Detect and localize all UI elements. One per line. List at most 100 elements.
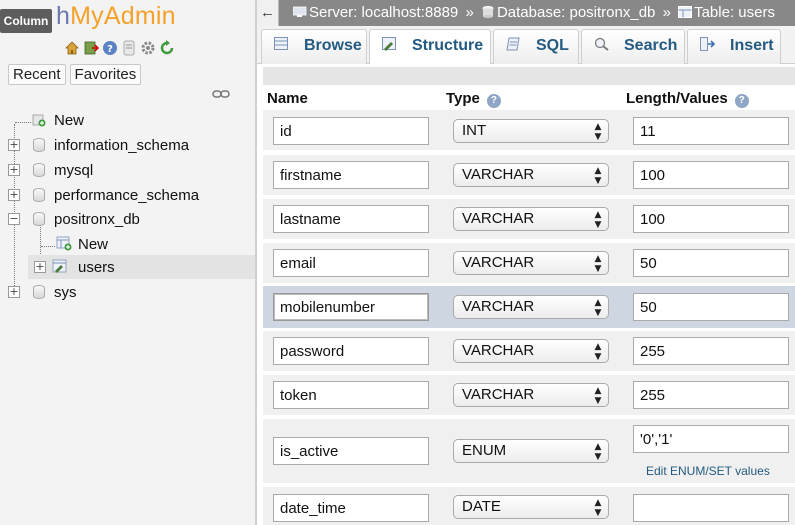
structure-icon (382, 37, 396, 51)
field-type-select[interactable]: INT ▲▼ (453, 119, 609, 143)
field-type-select[interactable]: VARCHAR ▲▼ (453, 207, 609, 231)
form-header-strip (263, 67, 795, 85)
field-length-input[interactable] (633, 161, 789, 189)
edit-enum-set-link[interactable]: Edit ENUM/SET values (646, 464, 770, 478)
tree-label: positronx_db (54, 211, 140, 228)
tab-structure[interactable]: Structure (369, 29, 491, 65)
field-name-input[interactable] (273, 117, 429, 145)
field-name-input[interactable] (273, 249, 429, 277)
table-icon (678, 6, 693, 18)
favorites-button[interactable]: Favorites (69, 64, 142, 85)
breadcrumb-separator: » (465, 4, 474, 21)
tree-item-sys[interactable]: + sys (0, 280, 255, 304)
insert-icon (700, 37, 716, 51)
exit-icon[interactable] (83, 40, 99, 56)
tree-item-new-table[interactable]: New (0, 232, 255, 256)
database-icon (33, 163, 45, 177)
tree-item-users[interactable]: + users (28, 255, 255, 279)
field-length-input[interactable] (633, 425, 789, 453)
expand-icon[interactable]: + (8, 189, 20, 201)
link-icon[interactable] (212, 87, 230, 99)
field-name-input[interactable] (273, 161, 429, 189)
database-icon (33, 138, 45, 152)
breadcrumb-server[interactable]: Server: localhost:8889 (293, 4, 462, 21)
tree-item-performance-schema[interactable]: + performance_schema (0, 183, 255, 207)
quick-icons-bar: ? (64, 40, 175, 56)
select-arrows-icon: ▲▼ (593, 298, 603, 318)
database-icon (33, 188, 45, 202)
reload-icon[interactable] (159, 40, 175, 56)
database-label: Database: positronx_db (496, 4, 656, 21)
field-length-input[interactable] (633, 249, 789, 277)
field-name-input[interactable] (273, 437, 429, 465)
table-label: Table: users (694, 4, 775, 21)
field-type-select[interactable]: VARCHAR ▲▼ (453, 339, 609, 363)
field-name-input[interactable] (273, 337, 429, 365)
tree-label: New (54, 112, 85, 129)
expand-icon[interactable]: + (8, 164, 20, 176)
back-arrow-icon[interactable]: ← (257, 0, 279, 26)
field-type-select[interactable]: DATE ▲▼ (453, 495, 609, 519)
expand-icon[interactable]: + (8, 286, 20, 298)
server-icon (293, 6, 307, 17)
field-type-select[interactable]: VARCHAR ▲▼ (453, 163, 609, 187)
phpmyadmin-logo[interactable]: hMyAdmin (56, 2, 176, 31)
field-name-input[interactable] (273, 293, 429, 321)
tree-label: information_schema (54, 137, 190, 154)
tree-item-mysql[interactable]: + mysql (0, 158, 255, 182)
field-length-input[interactable] (633, 117, 789, 145)
tab-label: Structure (412, 37, 484, 54)
help-icon[interactable]: ? (486, 94, 501, 108)
field-length-input[interactable] (633, 494, 789, 522)
expand-icon[interactable]: + (8, 139, 20, 151)
new-icon (32, 113, 46, 127)
recent-button[interactable]: Recent (8, 64, 66, 85)
tab-label: Search (624, 37, 678, 54)
tab-label: Insert (730, 37, 774, 54)
tree-label: New (78, 236, 109, 253)
field-name-input[interactable] (273, 205, 429, 233)
collapse-icon[interactable]: − (8, 213, 20, 225)
breadcrumb-table[interactable]: Table: users (678, 4, 775, 21)
field-name-input[interactable] (273, 381, 429, 409)
tab-insert[interactable]: Insert (687, 29, 781, 64)
expand-icon[interactable]: + (34, 261, 46, 273)
field-type-select[interactable]: ENUM ▲▼ (453, 439, 609, 463)
search-icon (594, 37, 609, 51)
breadcrumb-database[interactable]: Database: positronx_db (481, 4, 660, 21)
tree-item-positronx-db[interactable]: − positronx_db (0, 207, 255, 231)
database-icon (482, 6, 494, 18)
settings-icon[interactable] (140, 40, 156, 56)
select-arrows-icon: ▲▼ (593, 342, 603, 362)
field-name-input[interactable] (273, 494, 429, 522)
field-length-input[interactable] (633, 381, 789, 409)
tab-search[interactable]: Search (581, 29, 685, 64)
tab-bar: Browse Structure SQL Search Insert (257, 26, 795, 65)
tree-label: sys (54, 284, 77, 301)
tree-item-new[interactable]: New (0, 108, 255, 132)
help-icon[interactable]: ? (102, 40, 118, 56)
tab-label: SQL (536, 37, 569, 54)
breadcrumb: ← Server: localhost:8889 » Database: pos… (257, 0, 795, 26)
database-icon (33, 212, 45, 226)
field-length-input[interactable] (633, 293, 789, 321)
field-type-select[interactable]: VARCHAR ▲▼ (453, 251, 609, 275)
tab-sql[interactable]: SQL (493, 29, 579, 64)
select-arrows-icon: ▲▼ (593, 166, 603, 186)
breadcrumb-separator: » (662, 4, 671, 21)
field-type-select[interactable]: VARCHAR ▲▼ (453, 295, 609, 319)
field-length-input[interactable] (633, 205, 789, 233)
field-type-select[interactable]: VARCHAR ▲▼ (453, 383, 609, 407)
select-arrows-icon: ▲▼ (593, 122, 603, 142)
docs-icon[interactable] (121, 40, 137, 56)
tab-browse[interactable]: Browse (261, 29, 367, 64)
field-length-input[interactable] (633, 337, 789, 365)
select-arrows-icon: ▲▼ (593, 210, 603, 230)
select-arrows-icon: ▲▼ (593, 498, 603, 518)
sql-icon (506, 37, 520, 51)
recent-favorites: Recent Favorites (8, 64, 142, 85)
home-icon[interactable] (64, 40, 80, 56)
header-length-values: Length/Values? (626, 90, 749, 108)
help-icon[interactable]: ? (734, 94, 749, 108)
tree-item-information-schema[interactable]: + information_schema (0, 133, 255, 157)
